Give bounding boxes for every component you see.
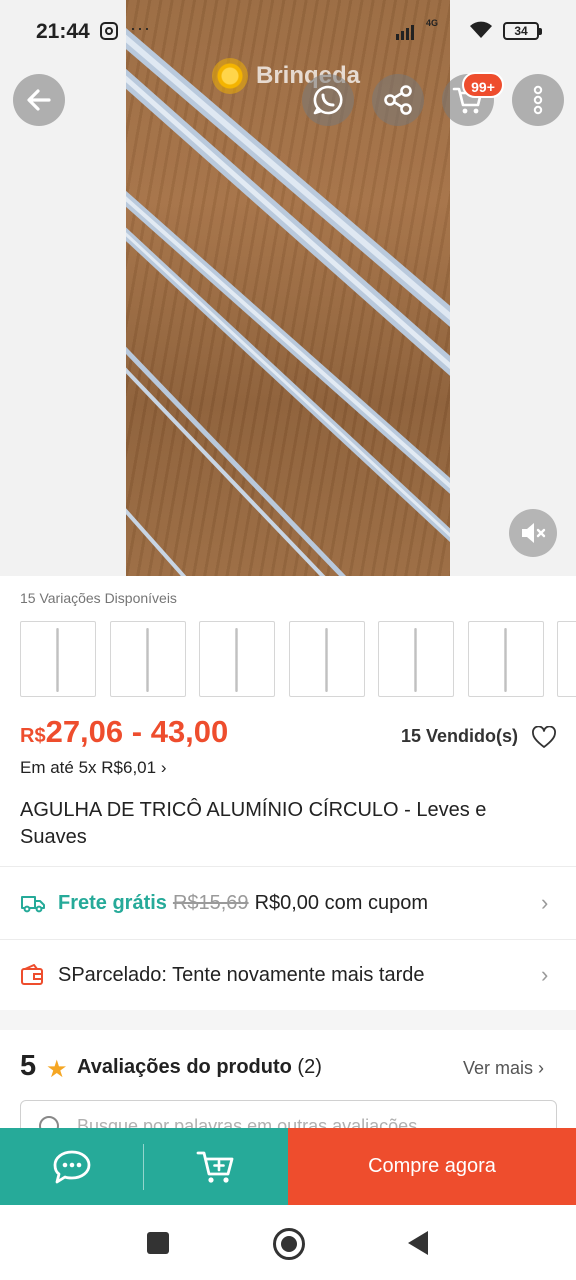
variation-thumbnails[interactable] [20,621,576,699]
needle-image [414,628,417,692]
recent-apps-icon[interactable] [147,1232,169,1254]
needle-image [504,628,507,692]
wallet-icon [21,964,43,985]
variation-thumbnail[interactable] [20,621,96,697]
product-title: AGULHA DE TRICÔ ALUMÍNIO CÍRCULO - Leves… [20,799,487,848]
chevron-right-icon: › [541,962,549,987]
needle-image [56,628,59,692]
price-range: R$ 27,06 - 43,00 [20,714,228,750]
chevron-right-icon: › [541,890,549,915]
instagram-icon [100,22,118,40]
installment-text: SParcelado: Tente novamente mais tarde [58,963,425,986]
wifi-icon [468,20,494,46]
whatsapp-share-button[interactable] [302,74,354,126]
variation-thumbnail[interactable] [378,621,454,697]
installments-text: Em até 5x R$6,01 [20,758,157,777]
variation-thumbnail[interactable] [199,621,275,697]
star-icon: ★ [46,1056,68,1083]
battery-icon: 34 [503,22,542,40]
chat-button[interactable] [0,1128,144,1205]
system-navigation-bar [0,1205,576,1280]
chevron-right-icon: › [538,1058,545,1078]
rating-value: 5 [20,1050,37,1082]
variation-thumbnail[interactable] [110,621,186,697]
whatsapp-icon [313,85,343,115]
free-shipping-label: Frete grátis [58,891,167,914]
status-time: 21:44 [36,20,90,43]
needle-image [146,628,149,692]
add-to-cart-button[interactable] [144,1128,288,1205]
network-type: 4G [426,18,439,28]
add-to-cart-icon [196,1151,234,1183]
shipping-new-price: R$0,00 com cupom [254,891,428,914]
see-more-link[interactable]: Ver mais › [463,1058,544,1079]
share-icon [384,85,412,115]
back-button[interactable] [13,74,65,126]
product-media[interactable]: 21:44 ··· 4G 34 Brinqeda 99+ [0,0,576,576]
see-more-text: Ver mais [463,1058,534,1078]
more-vertical-icon [533,85,543,115]
installments-link[interactable]: Em até 5x R$6,01 › [20,758,166,778]
sun-icon [212,58,248,94]
share-button[interactable] [372,74,424,126]
variations-label: 15 Variações Disponíveis [20,590,177,606]
buy-now-button[interactable]: Compre agora [288,1128,576,1205]
mute-icon [522,523,546,543]
action-divider [143,1144,144,1190]
signal-icon [396,22,414,40]
installment-row[interactable]: SParcelado: Tente novamente mais tarde › [0,940,576,1010]
variation-thumbnail[interactable] [289,621,365,697]
reviews-header: 5 ★ Avaliações do produto (2) Ver mais › [0,1030,576,1106]
divider [0,866,576,867]
truck-icon [21,896,45,913]
action-bar: Compre agora [0,1128,576,1205]
home-icon[interactable] [273,1228,305,1260]
mute-button[interactable] [509,509,557,557]
status-bar: 21:44 ··· 4G 34 [0,0,576,62]
back-triangle-icon[interactable] [408,1231,428,1255]
reviews-title: Avaliações do produto (2) [77,1056,322,1079]
back-arrow-icon [27,89,51,111]
reviews-title-text: Avaliações do produto [77,1056,292,1078]
price-value: 27,06 - 43,00 [45,714,229,749]
section-spacer [0,1010,576,1030]
shipping-old-price: R$15,69 [172,891,249,914]
more-options-button[interactable] [512,74,564,126]
needle-image [235,628,238,692]
needle-image [325,628,328,692]
shipping-text: Frete grátis R$15,69 R$0,00 com cupom [58,892,428,915]
chat-icon [53,1150,91,1183]
reviews-count: (2) [297,1056,322,1078]
heart-icon[interactable] [531,726,557,750]
shipping-row[interactable]: Frete grátis R$15,69 R$0,00 com cupom › [0,868,576,938]
price-currency: R$ [20,725,46,747]
status-overflow: ··· [130,18,151,38]
sold-count: 15 Vendido(s) [401,726,519,746]
cart-count-badge: 99+ [462,72,504,98]
variation-thumbnail[interactable] [468,621,544,697]
chevron-right-icon: › [160,758,167,777]
variation-thumbnail[interactable] [557,621,576,697]
